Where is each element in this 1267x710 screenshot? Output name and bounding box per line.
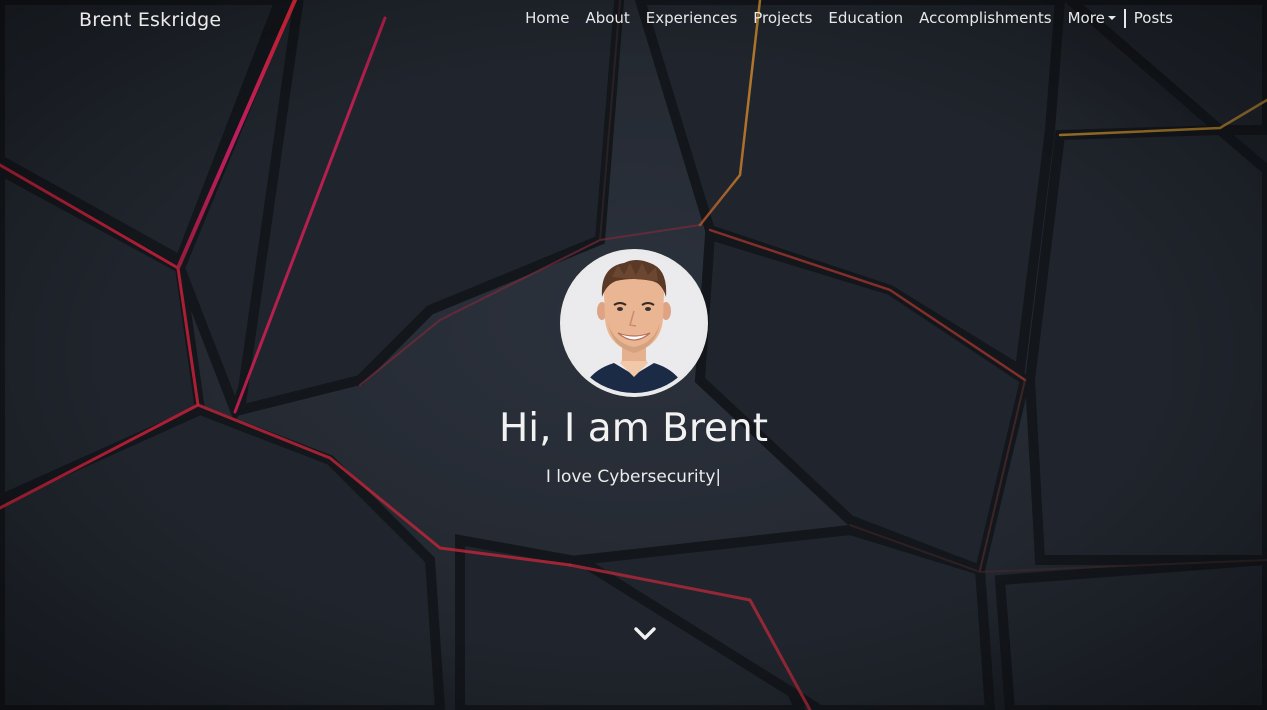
nav-posts[interactable]: Posts bbox=[1126, 9, 1181, 27]
hero-tagline-row: I love Cybersecurity| bbox=[0, 467, 1267, 487]
scroll-down-button[interactable] bbox=[632, 624, 658, 644]
nav-experiences[interactable]: Experiences bbox=[638, 9, 745, 27]
avatar bbox=[560, 249, 708, 397]
hero-greeting: Hi, I am Brent bbox=[498, 406, 769, 451]
nav-about[interactable]: About bbox=[577, 9, 637, 27]
nav-menu: Home About Experiences Projects Educatio… bbox=[517, 8, 1181, 28]
nav-more-label: More bbox=[1067, 9, 1105, 27]
brand-link[interactable]: Brent Eskridge bbox=[79, 9, 221, 31]
hero-section: Brent Eskridge Home About Experiences Pr… bbox=[0, 0, 1267, 710]
hero-tagline: I love Cybersecurity bbox=[545, 467, 716, 487]
nav-home[interactable]: Home bbox=[517, 9, 577, 27]
navbar: Brent Eskridge Home About Experiences Pr… bbox=[0, 0, 1267, 38]
nav-projects[interactable]: Projects bbox=[745, 9, 820, 27]
nav-accomplishments[interactable]: Accomplishments bbox=[911, 9, 1060, 27]
chevron-down-icon bbox=[634, 627, 656, 640]
nav-more-dropdown[interactable]: More bbox=[1060, 9, 1124, 27]
nav-education[interactable]: Education bbox=[820, 9, 911, 27]
avatar-photo bbox=[564, 253, 704, 393]
caret-down-icon bbox=[1107, 15, 1116, 20]
typing-cursor: | bbox=[715, 467, 722, 487]
